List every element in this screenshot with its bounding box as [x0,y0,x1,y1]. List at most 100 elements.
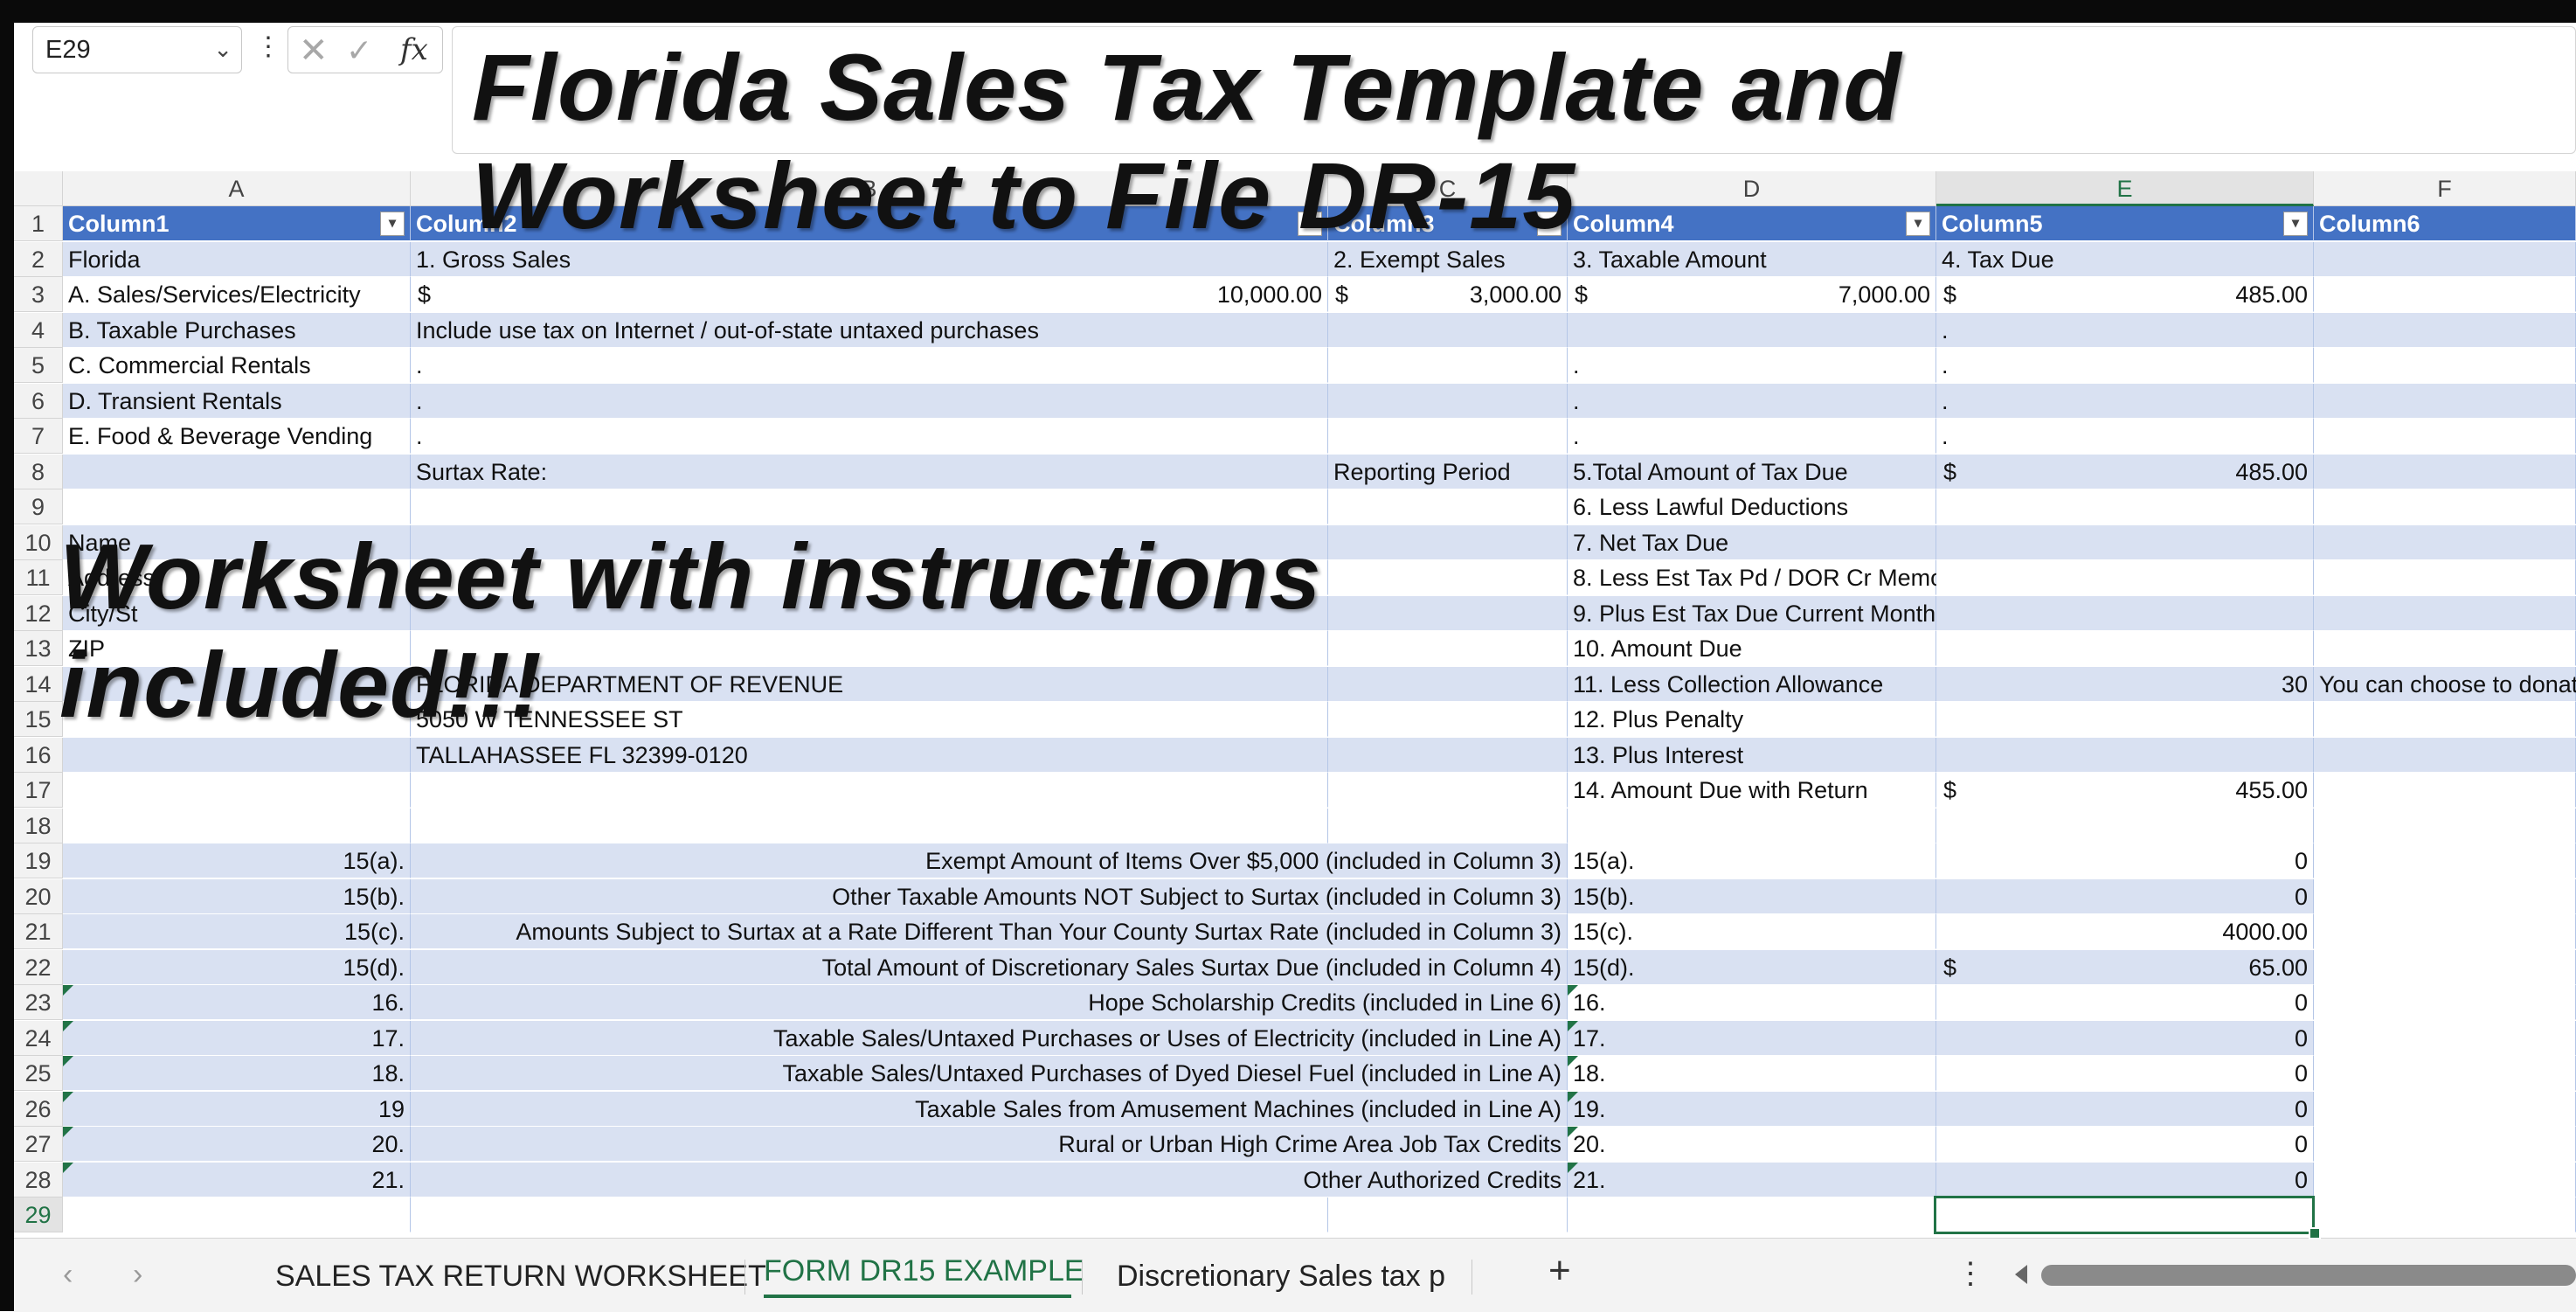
cell-d10[interactable]: 7. Net Tax Due [1568,524,1936,560]
cell-b27[interactable]: Rural or Urban High Crime Area Job Tax C… [411,1127,1568,1162]
cell-b5[interactable]: . [411,348,1328,383]
cell-d29[interactable] [1568,1197,1936,1232]
cell-d2[interactable]: 3. Taxable Amount [1568,241,1936,277]
row-number[interactable]: 2 [14,241,63,277]
cell-a17[interactable] [63,773,411,808]
cell-e6[interactable]: . [1936,383,2314,419]
cell-e19[interactable]: 0 [1936,843,2314,878]
cell-a8[interactable] [63,454,411,489]
row-number[interactable]: 15 [14,702,63,737]
tab-sales-tax-return-worksheet[interactable]: SALES TAX RETURN WORKSHEET [275,1260,766,1294]
cell-e26[interactable]: 0 [1936,1091,2314,1127]
select-all-corner[interactable] [14,171,63,206]
cell-b16[interactable]: TALLAHASSEE FL 32399-0120 [411,737,1328,773]
more-tabs-icon[interactable]: ⋮ [1956,1256,1985,1291]
row-number[interactable]: 28 [14,1162,63,1197]
cell-b20[interactable]: Other Taxable Amounts NOT Subject to Sur… [411,878,1568,914]
horizontal-scrollbar[interactable] [2015,1263,2576,1288]
cell-b4[interactable]: Include use tax on Internet / out-of-sta… [411,312,1328,348]
cell-d13[interactable]: 10. Amount Due [1568,631,1936,666]
row-number[interactable]: 18 [14,808,63,843]
cell-d12[interactable]: 9. Plus Est Tax Due Current Month [1568,595,1936,631]
cell-c15[interactable] [1328,702,1568,737]
row-number[interactable]: 29 [14,1197,63,1232]
cell-d16[interactable]: 13. Plus Interest [1568,737,1936,773]
cell-f8[interactable] [2314,454,2576,489]
cell-d23[interactable]: 16. [1568,985,1936,1020]
cell-f20[interactable] [2314,878,2576,914]
cell-a27[interactable]: 20. [63,1127,411,1162]
cell-a21[interactable]: 15(c). [63,914,411,949]
cell-b22[interactable]: Total Amount of Discretionary Sales Surt… [411,949,1568,985]
cell-c29[interactable] [1328,1197,1568,1232]
cell-d18[interactable] [1568,808,1936,843]
cell-a16[interactable] [63,737,411,773]
cell-a2[interactable]: Florida [63,241,411,277]
cell-e3[interactable]: $485.00 [1936,277,2314,312]
cell-c6[interactable] [1328,383,1568,419]
row-number[interactable]: 22 [14,949,63,985]
cell-f15[interactable] [2314,702,2576,737]
cell-f2[interactable] [2314,241,2576,277]
cell-f28[interactable] [2314,1162,2576,1197]
cell-e9[interactable] [1936,489,2314,524]
cell-a28[interactable]: 21. [63,1162,411,1197]
cell-c12[interactable] [1328,595,1568,631]
row-number[interactable]: 12 [14,595,63,631]
cell-c7[interactable] [1328,419,1568,454]
scrollbar-thumb[interactable] [2041,1265,2576,1286]
cell-d21[interactable]: 15(c). [1568,914,1936,949]
cell-b24[interactable]: Taxable Sales/Untaxed Purchases or Uses … [411,1020,1568,1056]
row-number[interactable]: 13 [14,631,63,666]
row-number[interactable]: 5 [14,348,63,383]
cell-a25[interactable]: 18. [63,1056,411,1091]
cell-a7[interactable]: E. Food & Beverage Vending [63,419,411,454]
cell-f26[interactable] [2314,1091,2576,1127]
cell-b13[interactable] [411,631,1328,666]
column-header-e[interactable]: E [1936,171,2314,206]
cell-f24[interactable] [2314,1020,2576,1056]
cell-c3[interactable]: $3,000.00 [1328,277,1568,312]
cell-e27[interactable]: 0 [1936,1127,2314,1162]
insert-function-icon[interactable]: fx [400,32,428,67]
cell-e13[interactable] [1936,631,2314,666]
row-number[interactable]: 14 [14,666,63,702]
add-sheet-icon[interactable]: + [1548,1249,1571,1293]
filter-dropdown-icon[interactable]: ▾ [2283,212,2308,236]
cell-d4[interactable] [1568,312,1936,348]
cell-f10[interactable] [2314,524,2576,560]
cell-e5[interactable]: . [1936,348,2314,383]
cell-f11[interactable] [2314,560,2576,595]
cell-b6[interactable]: . [411,383,1328,419]
cell-c5[interactable] [1328,348,1568,383]
cell-e15[interactable] [1936,702,2314,737]
row-number[interactable]: 25 [14,1056,63,1091]
cell-f19[interactable] [2314,843,2576,878]
cell-e11[interactable] [1936,560,2314,595]
cell-a24[interactable]: 17. [63,1020,411,1056]
cell-b17[interactable] [411,773,1328,808]
cell-d25[interactable]: 18. [1568,1056,1936,1091]
cell-d27[interactable]: 20. [1568,1127,1936,1162]
cell-f27[interactable] [2314,1127,2576,1162]
cell-c4[interactable] [1328,312,1568,348]
filter-dropdown-icon[interactable]: ▾ [380,212,405,236]
cell-b23[interactable]: Hope Scholarship Credits (included in Li… [411,985,1568,1020]
cell-d19[interactable]: 15(a). [1568,843,1936,878]
cell-e4[interactable]: . [1936,312,2314,348]
cell-f29[interactable] [2314,1197,2576,1232]
cell-a22[interactable]: 15(d). [63,949,411,985]
cell-d17[interactable]: 14. Amount Due with Return [1568,773,1936,808]
cell-b3[interactable]: $10,000.00 [411,277,1328,312]
selected-cell-e29[interactable] [1934,1196,2315,1234]
cell-b9[interactable] [411,489,1328,524]
cell-b19[interactable]: Exempt Amount of Items Over $5,000 (incl… [411,843,1568,878]
table-header-e[interactable]: Column5 ▾ [1936,206,2314,241]
cell-a6[interactable]: D. Transient Rentals [63,383,411,419]
cell-f18[interactable] [2314,808,2576,843]
column-header-d[interactable]: D [1568,171,1936,206]
cell-c13[interactable] [1328,631,1568,666]
cell-b21[interactable]: Amounts Subject to Surtax at a Rate Diff… [411,914,1568,949]
cell-e17[interactable]: $455.00 [1936,773,2314,808]
cell-f3[interactable] [2314,277,2576,312]
